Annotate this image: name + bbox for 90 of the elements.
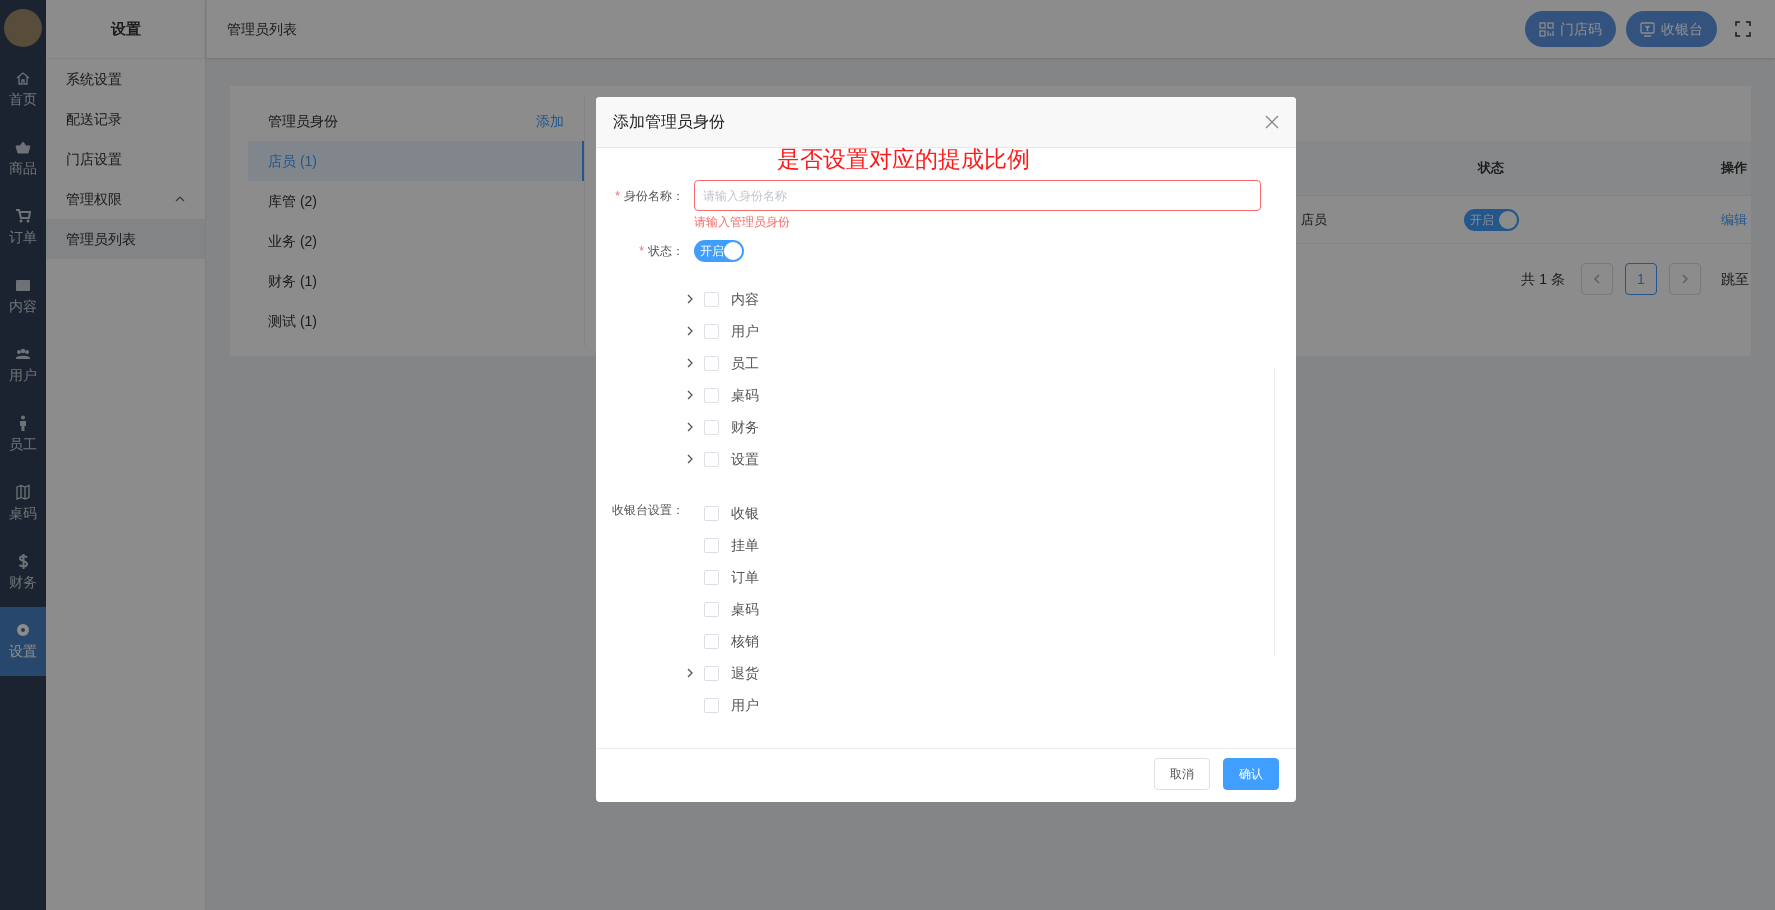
submenu-item[interactable]: 管理员列表 [46, 219, 205, 259]
table-cell-text: 店员 [1301, 210, 1327, 229]
cancel-button[interactable]: 取消 [1154, 758, 1210, 790]
required-mark: * [615, 187, 620, 205]
permission-label: 挂单 [731, 535, 759, 555]
expand-caret-icon[interactable] [686, 358, 694, 368]
checkbox[interactable] [704, 323, 719, 339]
page-button[interactable]: 1 [1625, 263, 1657, 295]
add-link[interactable]: 添加 [536, 110, 564, 132]
permission-label: 订单 [731, 567, 759, 587]
map-icon [15, 483, 31, 500]
submenu-item[interactable]: 配送记录 [46, 99, 205, 139]
submenu-item[interactable]: 系统设置 [46, 59, 205, 99]
checkbox[interactable] [704, 601, 719, 617]
checkbox[interactable] [704, 387, 719, 403]
avatar[interactable] [4, 9, 42, 47]
qr-grid-icon [1539, 21, 1554, 37]
chevron-right-icon [1681, 274, 1689, 284]
role-item[interactable]: 库管 (2) [248, 181, 584, 221]
checkbox[interactable] [704, 537, 719, 553]
fullscreen-icon[interactable] [1735, 21, 1751, 37]
header-button[interactable]: 门店码 [1525, 11, 1616, 47]
checkbox[interactable] [704, 505, 719, 521]
dialog-title: 添加管理员身份 [613, 112, 726, 132]
edit-link[interactable]: 编辑 [1721, 209, 1751, 230]
expand-caret-icon[interactable] [686, 422, 694, 432]
chevron-left-icon [1593, 274, 1601, 284]
nav-item[interactable]: 桌码 [0, 469, 46, 538]
error-message: 请输入管理员身份 [694, 214, 791, 231]
nav-item[interactable]: 员工 [0, 400, 46, 469]
checkbox[interactable] [704, 291, 719, 307]
checkbox[interactable] [704, 419, 719, 435]
breadcrumb: 管理员列表 [206, 0, 297, 58]
annotation-text: 是否设置对应的提成比例 [777, 145, 1030, 174]
nav-item[interactable]: 设置 [0, 607, 46, 676]
field-label: 身份名称： [624, 187, 684, 205]
permission-label: 退货 [731, 663, 759, 683]
permission-label: 收银 [731, 503, 759, 523]
checkbox[interactable] [704, 569, 719, 585]
field-label: 状态： [648, 243, 684, 260]
expand-caret-icon[interactable] [686, 390, 694, 400]
required-mark: * [639, 243, 644, 260]
confirm-button[interactable]: 确认 [1223, 758, 1279, 790]
checkbox[interactable] [704, 451, 719, 467]
column-header: 操作 [1721, 159, 1748, 178]
nav-item[interactable]: 商品 [0, 124, 46, 193]
permission-label: 桌码 [731, 385, 759, 405]
nav-item[interactable]: 财务 [0, 538, 46, 607]
permission-label: 桌码 [731, 599, 759, 619]
nav-item[interactable]: 用户 [0, 331, 46, 400]
column-header: 状态 [1476, 159, 1505, 178]
status-switch[interactable]: 开启 [1463, 208, 1519, 231]
monitor-icon [1640, 21, 1655, 37]
submenu-title: 设置 [46, 0, 205, 59]
expand-caret-icon[interactable] [686, 668, 694, 678]
permission-label: 用户 [731, 695, 759, 715]
field-label: 收银台设置： [612, 503, 684, 517]
header-button[interactable]: 收银台 [1626, 11, 1717, 47]
permission-label: 设置 [731, 449, 759, 469]
pagination-total: 共 1 条 [1521, 269, 1565, 289]
close-icon[interactable] [1265, 115, 1279, 129]
permission-label: 核销 [731, 631, 759, 651]
gear-icon [15, 621, 31, 638]
permission-label: 用户 [731, 321, 759, 341]
role-item[interactable]: 店员 (1) [248, 141, 584, 181]
role-item[interactable]: 财务 (1) [248, 261, 584, 301]
nav-item[interactable]: 首页 [0, 55, 46, 124]
expand-caret-icon[interactable] [686, 326, 694, 336]
nav-item[interactable]: 内容 [0, 262, 46, 331]
previous-page-button[interactable] [1581, 263, 1613, 295]
status-switch[interactable]: 开启 [694, 240, 744, 262]
next-page-button[interactable] [1669, 263, 1701, 295]
role-item[interactable]: 测试 (1) [248, 301, 584, 341]
cart-icon [15, 207, 31, 224]
checkbox[interactable] [704, 665, 719, 681]
jump-to-label: 跳至 [1721, 269, 1749, 289]
nav-item[interactable]: 订单 [0, 193, 46, 262]
expand-caret-icon[interactable] [686, 454, 694, 464]
permission-label: 员工 [731, 353, 759, 373]
submenu-item[interactable]: 门店设置 [46, 139, 205, 179]
role-item[interactable]: 业务 (2) [248, 221, 584, 261]
checkbox[interactable] [704, 355, 719, 371]
name-input[interactable]: 请输入身份名称 [694, 180, 1261, 211]
expand-caret-icon[interactable] [686, 294, 694, 304]
checkbox[interactable] [704, 697, 719, 713]
roles-title: 管理员身份 [268, 111, 338, 131]
checkbox[interactable] [704, 633, 719, 649]
submenu-group[interactable]: 管理权限 [46, 179, 205, 219]
permission-label: 内容 [731, 289, 759, 309]
permission-label: 财务 [731, 417, 759, 437]
